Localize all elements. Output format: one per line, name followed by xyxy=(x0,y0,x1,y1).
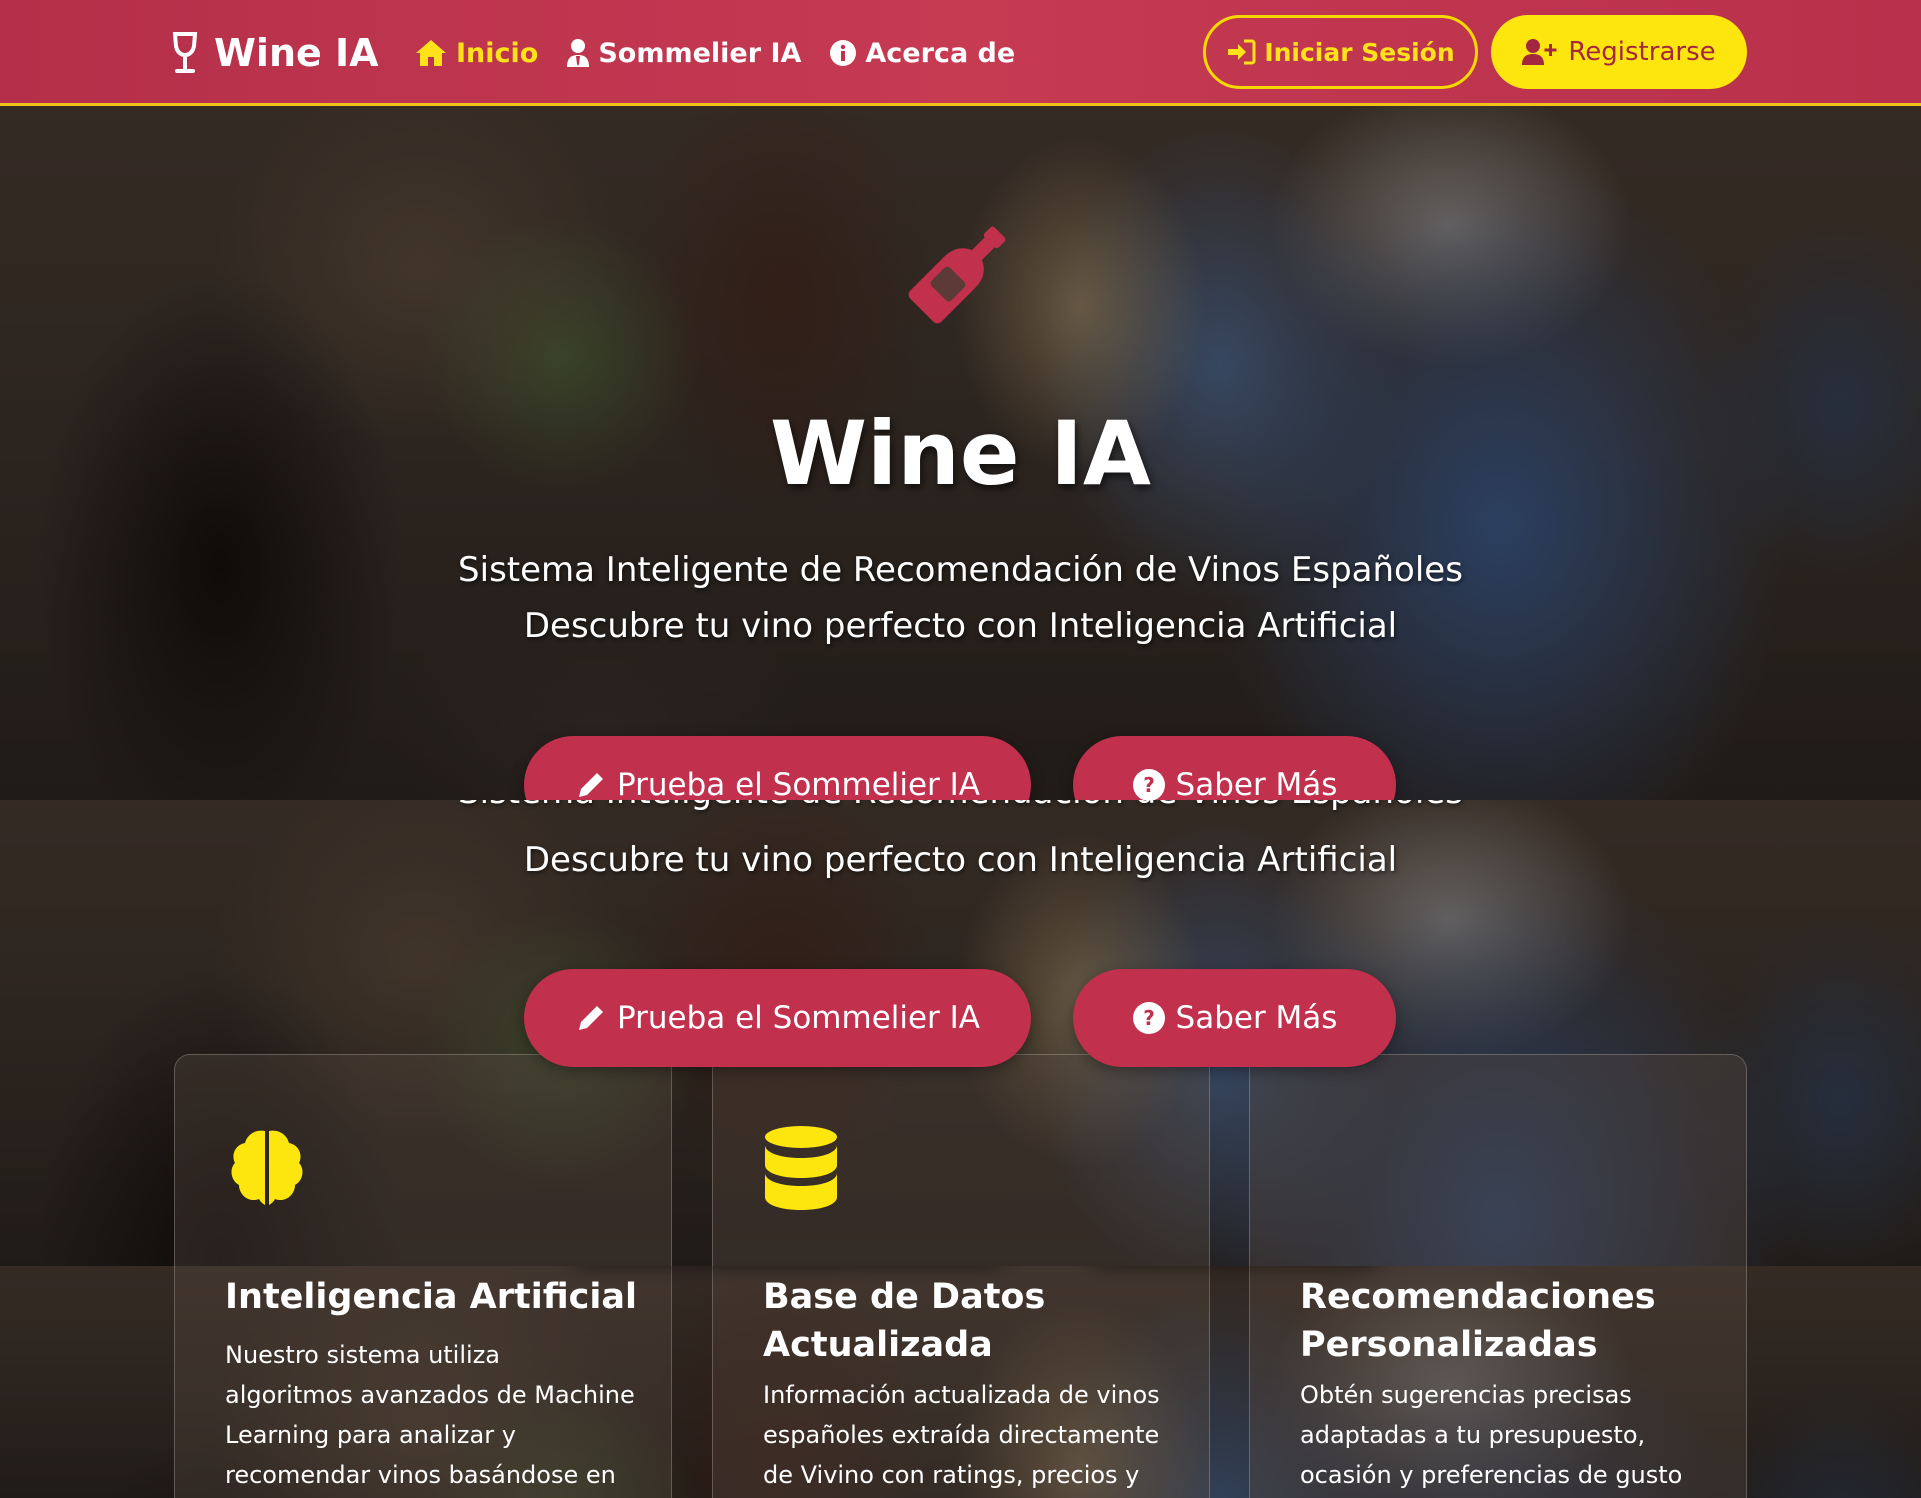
register-label: Registrarse xyxy=(1568,37,1716,67)
pencil-icon xyxy=(578,773,603,797)
try-sommelier-label: Prueba el Sommelier IA xyxy=(616,767,981,800)
user-plus-icon xyxy=(1522,39,1557,65)
hero-title: Wine IA xyxy=(769,402,1152,505)
brand-name: Wine IA xyxy=(214,31,379,75)
wine-glass-icon xyxy=(172,32,198,73)
question-circle-icon: ? xyxy=(1132,1002,1165,1034)
navbar: Wine IA Inicio Sommelier IA Acerca de In… xyxy=(0,0,1921,106)
database-icon xyxy=(765,1126,837,1210)
feature-text: Obtén sugerencias precisas adaptadas a t… xyxy=(1300,1381,1683,1489)
home-icon xyxy=(416,40,446,66)
feature-card-database xyxy=(712,1054,1210,1266)
feature-title: Recomendaciones Personalizadas xyxy=(1300,1277,1656,1365)
nav-links: Inicio Sommelier IA Acerca de xyxy=(414,30,1043,76)
brand-logo-link[interactable]: Wine IA xyxy=(172,28,379,78)
info-circle-icon xyxy=(830,40,857,66)
try-sommelier-button[interactable]: Prueba el Sommelier IA xyxy=(524,969,1031,1067)
question-circle-icon: ? xyxy=(1132,769,1165,800)
brain-icon xyxy=(231,1130,303,1205)
login-label: Iniciar Sesión xyxy=(1264,37,1455,67)
svg-text:?: ? xyxy=(1143,1006,1155,1030)
features-section: Inteligencia Artificial Nuestro sistema … xyxy=(0,1266,1921,1498)
nav-link-label: Inicio xyxy=(456,37,539,69)
hero-subtitle-line2: Descubre tu vino perfecto con Inteligenc… xyxy=(523,606,1398,646)
pencil-icon xyxy=(578,1006,603,1030)
nav-link-sommelier[interactable]: Sommelier IA xyxy=(566,38,801,69)
nav-link-label: Sommelier IA xyxy=(598,37,802,69)
learn-more-label: Saber Más xyxy=(1175,767,1338,800)
feature-title: Base de Datos Actualizada xyxy=(763,1277,1046,1365)
feature-title: Inteligencia Artificial xyxy=(225,1277,638,1317)
hero-section: Wine IA Sistema Inteligente de Recomenda… xyxy=(0,106,1921,800)
nav-link-label: Acerca de xyxy=(865,37,1016,69)
user-tie-icon xyxy=(567,39,590,67)
sign-in-icon xyxy=(1228,39,1256,65)
learn-more-button[interactable]: ? Saber Más xyxy=(1073,736,1396,800)
feature-card-recommendations: Recomendaciones Personalizadas Obtén sug… xyxy=(1249,1266,1747,1498)
hero-subtitle-line2: Descubre tu vino perfecto con Inteligenc… xyxy=(523,840,1398,880)
feature-text: Información actualizada de vinos español… xyxy=(763,1381,1160,1489)
hero-subtitle-line1: Sistema Inteligente de Recomendación de … xyxy=(458,550,1463,590)
feature-card-database: Base de Datos Actualizada Información ac… xyxy=(712,1266,1210,1498)
feature-card-ai xyxy=(174,1054,672,1266)
learn-more-button[interactable]: ? Saber Más xyxy=(1073,969,1396,1067)
svg-text:?: ? xyxy=(1143,773,1155,797)
learn-more-label: Saber Más xyxy=(1175,1000,1338,1036)
login-button[interactable]: Iniciar Sesión xyxy=(1203,15,1478,89)
hero-section-scrolled: Sistema Inteligente de Recomendación de … xyxy=(0,800,1921,1266)
register-button[interactable]: Registrarse xyxy=(1491,15,1747,89)
hero-subtitle-line1: Sistema Inteligente de Recomendación de … xyxy=(0,800,1921,820)
try-sommelier-label: Prueba el Sommelier IA xyxy=(616,1000,981,1036)
feature-text: Nuestro sistema utiliza algoritmos avanz… xyxy=(225,1341,635,1489)
feature-card-recommendations xyxy=(1249,1054,1747,1266)
feature-card-ai: Inteligencia Artificial Nuestro sistema … xyxy=(174,1266,672,1498)
nav-link-acerca[interactable]: Acerca de xyxy=(829,38,1015,69)
nav-link-inicio[interactable]: Inicio xyxy=(414,38,538,69)
try-sommelier-button[interactable]: Prueba el Sommelier IA xyxy=(524,736,1031,800)
wine-bottle-icon xyxy=(908,226,1006,324)
